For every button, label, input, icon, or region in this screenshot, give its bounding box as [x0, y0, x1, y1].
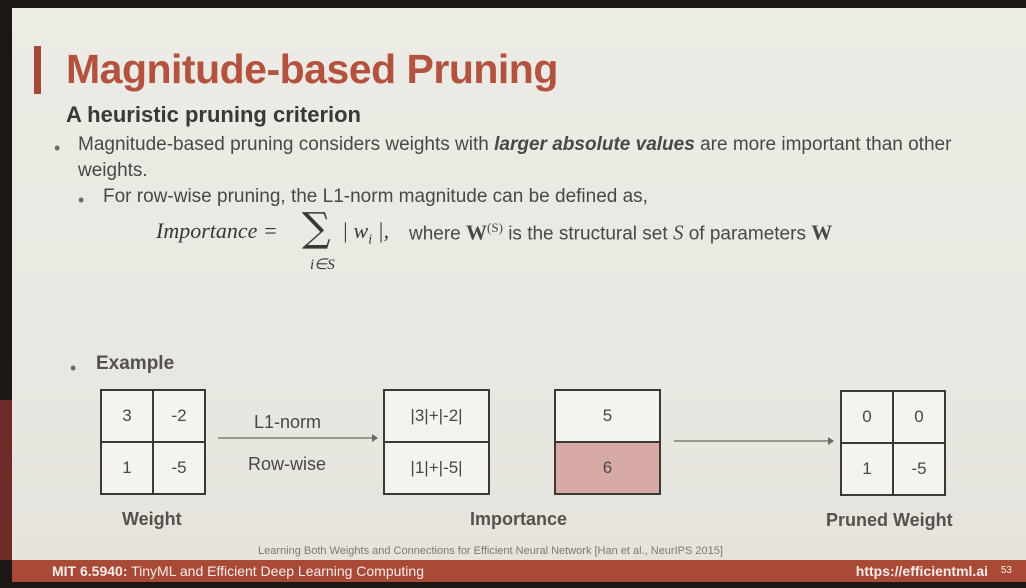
bullet-text: Magnitude-based pruning considers weight… [78, 134, 495, 155]
formula-term: | wi |, [342, 218, 390, 248]
weight-matrix: 3 -2 1 -5 [100, 389, 206, 495]
importance-expression-matrix: |3|+|-2| |1|+|-5| [383, 389, 490, 495]
footer-bar: MIT 6.5940: TinyML and Efficient Deep Le… [12, 560, 1026, 582]
weight-cell: -5 [153, 442, 205, 494]
pruned-cell: 0 [841, 391, 893, 443]
formula-subscript: i∈S [310, 257, 335, 273]
weight-label: Weight [122, 509, 182, 529]
pruned-weight-label: Pruned Weight [826, 510, 953, 530]
slide-subtitle: A heuristic pruning criterion [66, 102, 361, 127]
course-name: MIT 6.5940: TinyML and Efficient Deep Le… [52, 563, 424, 579]
pruned-cell: 1 [841, 443, 893, 495]
citation: Learning Both Weights and Connections fo… [258, 545, 723, 557]
page-number: 53 [1000, 565, 1012, 576]
importance-expr-cell: |1|+|-5| [384, 442, 489, 494]
formula-lhs: Importance = [156, 218, 278, 243]
importance-value-cell-highlighted: 6 [555, 442, 660, 494]
weight-cell: 3 [101, 390, 153, 442]
bullet-dot: • [70, 358, 77, 378]
weight-cell: 1 [101, 442, 153, 494]
slide-title: Magnitude-based Pruning [66, 46, 558, 92]
bullet-rowwise: For row-wise pruning, the L1-norm magnit… [103, 186, 648, 207]
weight-cell: -2 [153, 390, 205, 442]
bullet-emphasis: larger absolute values [494, 134, 695, 155]
pruned-cell: 0 [893, 391, 945, 443]
importance-value-matrix: 5 6 [554, 389, 661, 495]
formula-sigma: ∑ [302, 205, 331, 251]
importance-value-cell: 5 [555, 390, 660, 442]
importance-label: Importance [470, 509, 568, 529]
bullet-magnitude: Magnitude-based pruning considers weight… [78, 132, 978, 184]
pruned-cell: -5 [893, 443, 945, 495]
arrow-right-icon [218, 434, 378, 442]
arrow-right-icon [674, 437, 834, 445]
bullet-dot: • [78, 190, 85, 210]
slide: Magnitude-based Pruning A heuristic prun… [12, 8, 1026, 560]
arrow-label-l1norm: L1-norm [254, 412, 322, 432]
example-label: Example [96, 353, 175, 374]
importance-expr-cell: |3|+|-2| [384, 390, 489, 442]
arrow-label-rowwise: Row-wise [248, 454, 327, 474]
course-url[interactable]: https://efficientml.ai [856, 563, 988, 579]
formula-where-clause: where W(S) is the structural set S of pa… [409, 220, 833, 245]
bullet-dot: • [54, 138, 61, 158]
title-accent-bar [34, 46, 41, 94]
pruned-weight-matrix: 0 0 1 -5 [840, 390, 946, 496]
